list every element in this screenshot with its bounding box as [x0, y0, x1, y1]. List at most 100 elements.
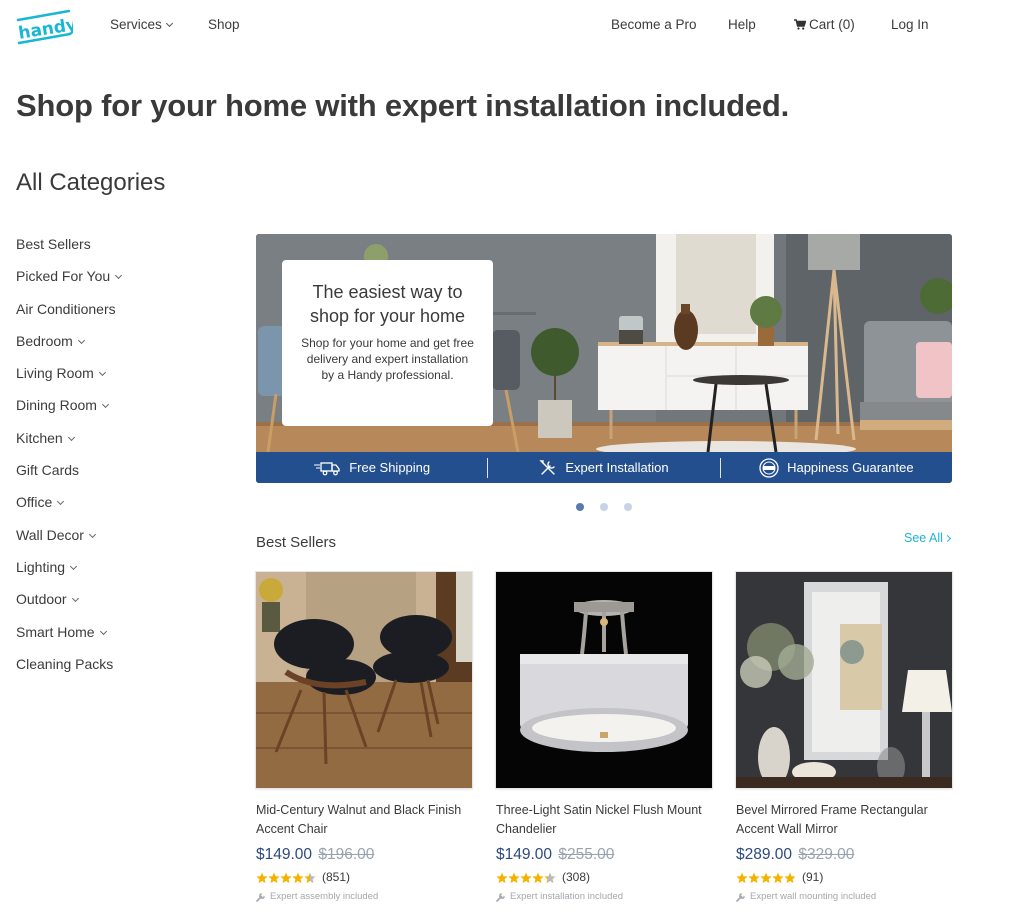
price-row: $149.00 $196.00 [256, 846, 472, 864]
sidebar-item-label: Smart Home [16, 623, 95, 640]
product-image-chandelier[interactable] [496, 572, 712, 788]
sidebar-item-outdoor[interactable]: Outdoor [16, 589, 216, 621]
star-icon [736, 871, 748, 884]
nav-log-in-label: Log In [891, 17, 929, 32]
guarantee-badge-icon [759, 457, 779, 478]
carousel-dot-2[interactable] [600, 503, 608, 511]
hero-card-title: The easiest way to shop for your home [309, 282, 466, 326]
rating-count: (91) [802, 870, 824, 884]
product-price: $289.00 [736, 846, 793, 863]
rating-count: (851) [322, 870, 351, 884]
wrench-icon [256, 892, 265, 902]
price-row: $149.00 $255.00 [496, 846, 712, 864]
nav-shop-label: Shop [208, 17, 240, 32]
product-name[interactable]: Mid-Century Walnut and Black Finish Acce… [256, 801, 472, 839]
sidebar-item-living-room[interactable]: Living Room [16, 363, 216, 395]
site-header: handy Services Shop Become a Pro Help Ca… [0, 0, 1034, 52]
feature-happiness-guarantee-label: Happiness Guarantee [787, 460, 914, 475]
sidebar-item-label: Wall Decor [16, 526, 84, 543]
product-name[interactable]: Three-Light Satin Nickel Flush Mount Cha… [496, 801, 712, 839]
sidebar-item-label: Cleaning Packs [16, 655, 114, 672]
chevron-down-icon [71, 595, 79, 603]
nav-log-in[interactable]: Log In [891, 17, 929, 32]
wrench-icon [496, 892, 505, 902]
truck-icon [314, 461, 340, 475]
sidebar-item-cleaning-packs[interactable]: Cleaning Packs [16, 654, 216, 686]
chevron-down-icon [115, 272, 123, 280]
sidebar-item-gift-cards[interactable]: Gift Cards [16, 460, 216, 492]
included-service-label: Expert assembly included [270, 891, 379, 902]
sidebar-item-label: Lighting [16, 558, 66, 575]
chevron-down-icon [88, 530, 96, 538]
sidebar-item-office[interactable]: Office [16, 492, 216, 524]
star-icon [280, 871, 292, 884]
included-service-label: Expert wall mounting included [750, 891, 877, 902]
carousel-dot-3[interactable] [624, 503, 632, 511]
rating-count: (308) [562, 870, 591, 884]
cart-icon [794, 19, 806, 30]
nav-help[interactable]: Help [728, 17, 756, 32]
nav-shop[interactable]: Shop [208, 17, 240, 32]
included-service: Expert installation included [496, 891, 712, 902]
nav-help-label: Help [728, 17, 756, 32]
product-card[interactable]: Mid-Century Walnut and Black Finish Acce… [256, 572, 472, 902]
product-image-accent-chairs[interactable] [256, 572, 472, 788]
sidebar-item-air-conditioners[interactable]: Air Conditioners [16, 299, 216, 331]
sidebar-item-wall-decor[interactable]: Wall Decor [16, 525, 216, 557]
included-service: Expert assembly included [256, 891, 472, 902]
tools-icon [539, 459, 556, 475]
nav-services[interactable]: Services [110, 17, 173, 32]
sidebar-item-kitchen[interactable]: Kitchen [16, 428, 216, 460]
star-icon [520, 871, 532, 884]
see-all-link[interactable]: See All [904, 531, 951, 545]
sidebar-item-label: Outdoor [16, 591, 67, 608]
see-all-label: See All [904, 531, 943, 545]
handy-logo[interactable]: handy [15, 8, 78, 46]
carousel-dot-1[interactable] [576, 503, 584, 511]
product-price: $149.00 [256, 846, 313, 863]
star-icon [256, 871, 268, 884]
nav-services-label: Services [110, 17, 162, 32]
wall-mirror-photo [736, 572, 952, 788]
sidebar-item-best-sellers[interactable]: Best Sellers [16, 234, 216, 266]
sidebar-item-picked-for-you[interactable]: Picked For You [16, 266, 216, 298]
hero-carousel[interactable]: The easiest way to shop for your home Sh… [256, 234, 952, 483]
feature-happiness-guarantee: Happiness Guarantee [721, 452, 952, 483]
star-icon [532, 871, 544, 884]
product-card[interactable]: Bevel Mirrored Frame Rectangular Accent … [736, 572, 952, 902]
page-title: Shop for your home with expert installat… [16, 88, 790, 123]
star-icon [268, 871, 280, 884]
sidebar-item-smart-home[interactable]: Smart Home [16, 622, 216, 654]
chevron-right-icon [943, 534, 951, 543]
sidebar-item-label: Gift Cards [16, 462, 80, 479]
star-icon [304, 871, 316, 884]
chevron-down-icon [98, 369, 106, 377]
nav-become-a-pro[interactable]: Become a Pro [611, 17, 697, 32]
price-row: $289.00 $329.00 [736, 846, 952, 864]
star-icon [508, 871, 520, 884]
product-old-price: $255.00 [558, 846, 615, 863]
sidebar-item-bedroom[interactable]: Bedroom [16, 331, 216, 363]
star-icon [784, 871, 796, 884]
chevron-down-icon [77, 336, 85, 344]
star-icon [760, 871, 772, 884]
product-card[interactable]: Three-Light Satin Nickel Flush Mount Cha… [496, 572, 712, 902]
sidebar-item-label: Best Sellers [16, 236, 91, 252]
star-rating [256, 871, 316, 884]
feature-free-shipping-label: Free Shipping [349, 460, 431, 475]
product-price: $149.00 [496, 846, 553, 863]
star-icon [496, 871, 508, 884]
product-old-price: $329.00 [798, 846, 855, 863]
nav-cart[interactable]: Cart (0) [794, 17, 855, 32]
product-name[interactable]: Bevel Mirrored Frame Rectangular Accent … [736, 801, 952, 839]
star-icon [292, 871, 304, 884]
star-icon [748, 871, 760, 884]
nav-cart-label: Cart (0) [809, 17, 855, 32]
chevron-down-icon [99, 627, 107, 635]
product-image-wall-mirror[interactable] [736, 572, 952, 788]
rating-row: (851) [256, 869, 472, 885]
sidebar-item-label: Office [16, 494, 53, 511]
sidebar-item-label: Picked For You [16, 268, 111, 285]
sidebar-item-lighting[interactable]: Lighting [16, 557, 216, 589]
sidebar-item-dining-room[interactable]: Dining Room [16, 395, 216, 427]
